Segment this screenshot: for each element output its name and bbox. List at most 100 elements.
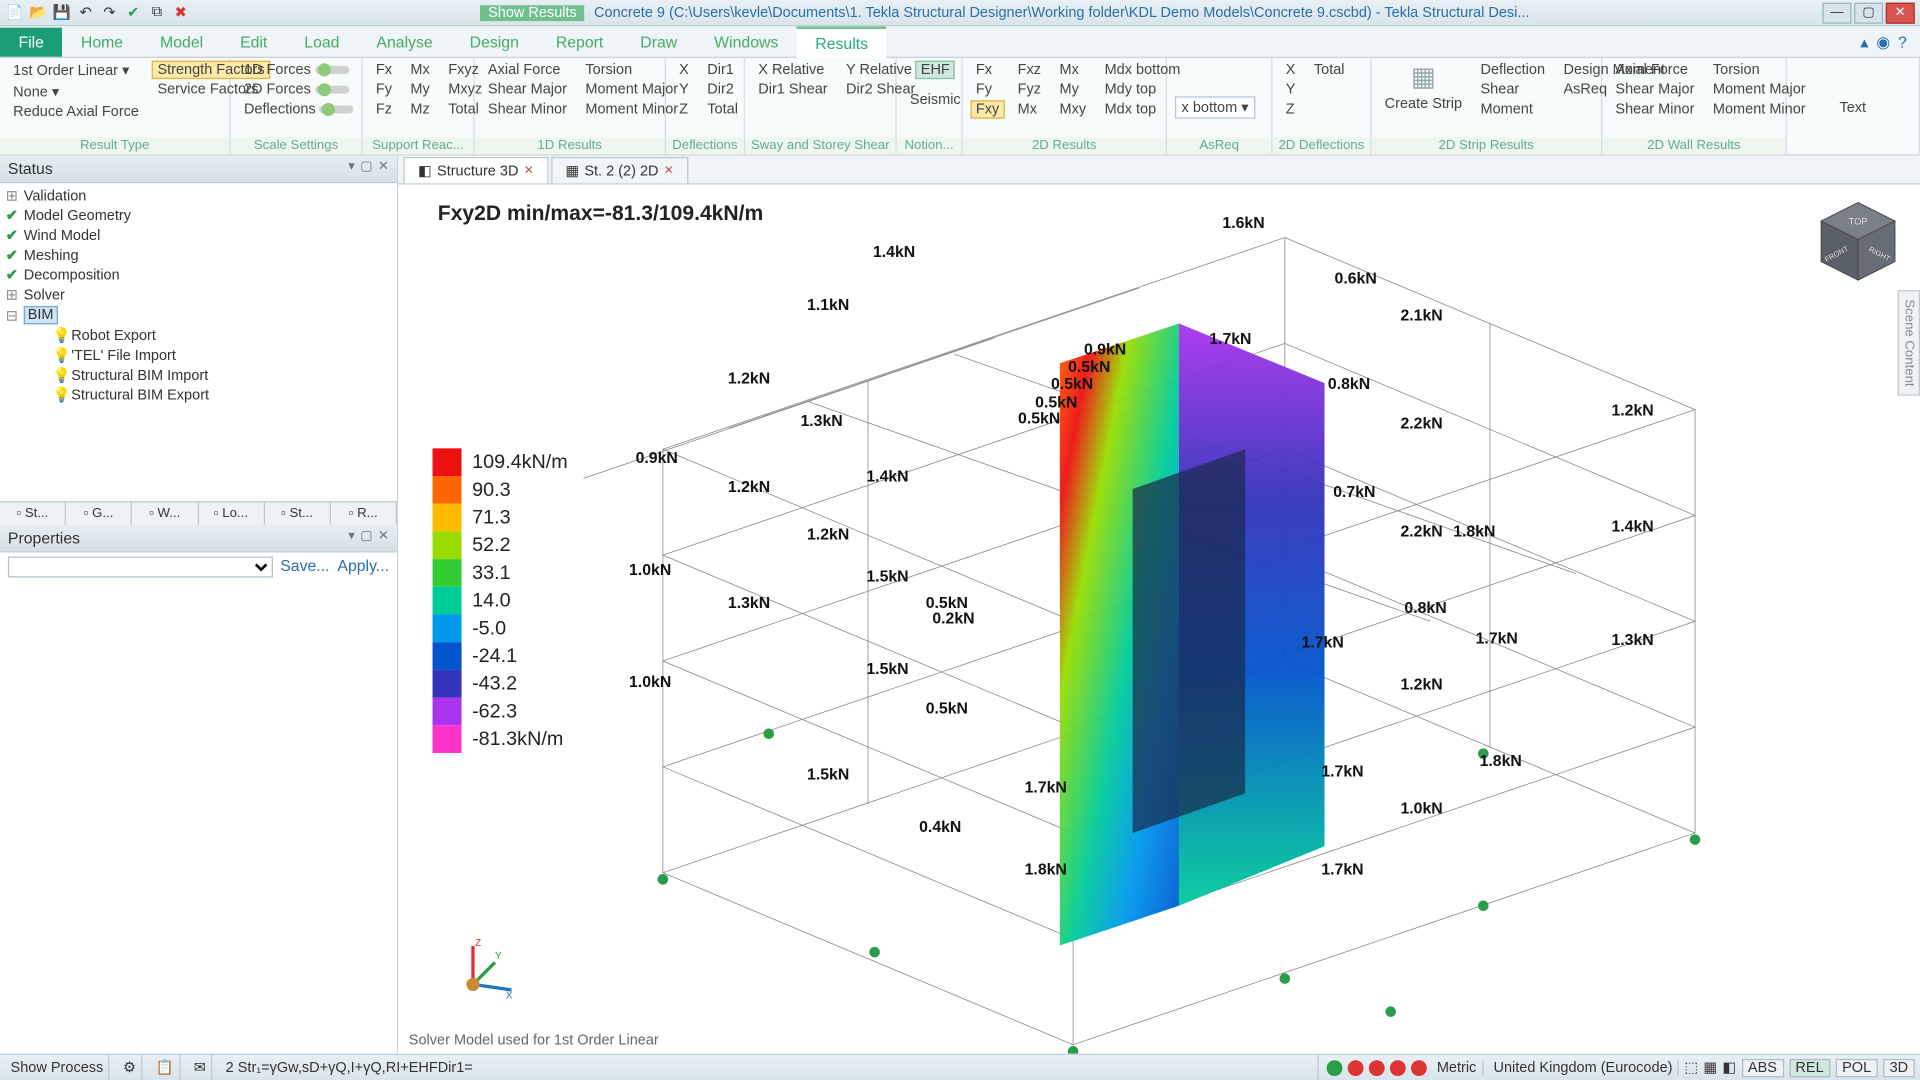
maximize-button[interactable]: ▢ bbox=[1854, 2, 1883, 23]
create-strip-icon[interactable]: ▦ bbox=[1411, 61, 1436, 94]
tab-windows[interactable]: Windows bbox=[696, 27, 797, 56]
close-button[interactable]: ✕ bbox=[1886, 2, 1915, 23]
asreq-select[interactable]: x bottom ▾ bbox=[1175, 96, 1255, 118]
tree-node[interactable]: 💡Robot Export bbox=[0, 326, 397, 346]
scale-defl[interactable]: Deflections bbox=[239, 100, 360, 118]
status-err-icon bbox=[1389, 1060, 1405, 1076]
prop-close-icon[interactable]: ✕ bbox=[378, 529, 389, 547]
tab-load[interactable]: Load bbox=[286, 27, 358, 56]
tree-node[interactable]: ✔Meshing bbox=[0, 245, 397, 265]
prop-pin-icon[interactable]: ▢ bbox=[360, 529, 372, 547]
tab-model[interactable]: Model bbox=[142, 27, 222, 56]
undo-icon[interactable]: ↶ bbox=[76, 3, 94, 21]
sb-tool-icon[interactable]: ▦ bbox=[1703, 1059, 1717, 1076]
window-title: Show Results Concrete 9 (C:\Users\kevle\… bbox=[190, 5, 1820, 21]
ribbon-2d-results: FxFyFxy FxzFyzMx MxMyMxy Mdx bottomMdy t… bbox=[963, 58, 1167, 154]
close-tab-icon[interactable]: ✕ bbox=[664, 164, 674, 179]
panel-tab[interactable]: ▫ W... bbox=[132, 502, 198, 524]
help-icon[interactable]: ? bbox=[1898, 32, 1907, 50]
new-icon[interactable]: 📄 bbox=[5, 3, 23, 21]
tab-design[interactable]: Design bbox=[451, 27, 537, 56]
status-tree[interactable]: ⊞Validation✔Model Geometry✔Wind Model✔Me… bbox=[0, 183, 397, 501]
file-path: Concrete 9 (C:\Users\kevle\Documents\1. … bbox=[594, 5, 1529, 21]
tab-edit[interactable]: Edit bbox=[222, 27, 286, 56]
tree-node[interactable]: ⊞Validation bbox=[0, 186, 397, 206]
status-panel-header: Status ▾▢✕ bbox=[0, 156, 397, 184]
panel-tab[interactable]: ▫ St... bbox=[0, 502, 66, 524]
properties-header: Properties ▾▢✕ bbox=[0, 525, 397, 553]
check-icon[interactable]: ✔ bbox=[124, 3, 142, 21]
close-tab-icon[interactable]: ✕ bbox=[524, 164, 534, 179]
canvas-3d[interactable]: Fxy2D min/max=-81.3/109.4kN/m bbox=[398, 185, 1920, 1054]
tree-node[interactable]: ⊟BIM bbox=[0, 305, 397, 326]
copy-icon[interactable]: ⧉ bbox=[148, 3, 166, 21]
show-results-badge[interactable]: Show Results bbox=[480, 5, 585, 21]
ribbon-sway: X RelativeDir1 Shear Y RelativeDir2 Shea… bbox=[745, 58, 897, 154]
tree-node[interactable]: 💡Structural BIM Import bbox=[0, 365, 397, 385]
tab-analyse[interactable]: Analyse bbox=[358, 27, 451, 56]
view-cube[interactable]: TOP FRONT RIGHT bbox=[1812, 195, 1904, 287]
save-button[interactable]: Save... bbox=[280, 556, 329, 577]
sb-icon3[interactable]: ✉ bbox=[188, 1055, 212, 1080]
sb-tool-icon[interactable]: ◧ bbox=[1722, 1059, 1736, 1076]
apply-button[interactable]: Apply... bbox=[337, 556, 389, 577]
view-tab-2d[interactable]: ▦St. 2 (2) 2D✕ bbox=[551, 157, 688, 183]
status-tabs[interactable]: ▫ St...▫ G...▫ W...▫ Lo...▫ St...▫ R... bbox=[0, 501, 397, 525]
loadcase-display[interactable]: 2 Str₁=γGw,sD+γQ,I+γQ,RI+EHFDir1= bbox=[220, 1055, 1318, 1080]
show-process[interactable]: Show Process bbox=[5, 1055, 110, 1080]
help-up-icon[interactable]: ▴ bbox=[1860, 32, 1868, 50]
mode-rel[interactable]: REL bbox=[1789, 1058, 1830, 1076]
svg-text:Y: Y bbox=[495, 951, 502, 962]
tab-home[interactable]: Home bbox=[62, 27, 141, 56]
delete-icon[interactable]: ✖ bbox=[171, 3, 189, 21]
prop-dropdown-icon[interactable]: ▾ bbox=[348, 529, 355, 547]
panel-pin-icon[interactable]: ▢ bbox=[360, 160, 372, 178]
view-tab-3d[interactable]: ◧Structure 3D✕ bbox=[404, 157, 549, 183]
fxy-active[interactable]: Fxy bbox=[971, 100, 1005, 118]
mode-3d[interactable]: 3D bbox=[1883, 1058, 1915, 1076]
scale-2d[interactable]: 2D Forces bbox=[239, 80, 360, 98]
tree-node[interactable]: ✔Wind Model bbox=[0, 225, 397, 245]
tab-file[interactable]: File bbox=[0, 27, 62, 56]
tree-node[interactable]: ✔Model Geometry bbox=[0, 206, 397, 226]
ehf-button[interactable]: EHF bbox=[916, 61, 956, 79]
tree-node[interactable]: 💡Structural BIM Export bbox=[0, 385, 397, 405]
mode-abs[interactable]: ABS bbox=[1741, 1058, 1783, 1076]
save-icon[interactable]: 💾 bbox=[53, 3, 71, 21]
order-select[interactable]: 1st Order Linear ▾ bbox=[8, 61, 144, 81]
grid-icon: ▦ bbox=[565, 162, 579, 179]
open-icon[interactable]: 📂 bbox=[29, 3, 47, 21]
scene-content-button[interactable]: Scene Content bbox=[1898, 290, 1920, 396]
tree-node[interactable]: ⊞Solver bbox=[0, 285, 397, 305]
mode-pol[interactable]: POL bbox=[1836, 1058, 1878, 1076]
units[interactable]: Metric bbox=[1432, 1060, 1483, 1076]
tree-node[interactable]: ✔Decomposition bbox=[0, 265, 397, 285]
panel-tab[interactable]: ▫ St... bbox=[265, 502, 331, 524]
reduce-axial[interactable]: Reduce Axial Force bbox=[8, 103, 144, 121]
panel-tab[interactable]: ▫ Lo... bbox=[198, 502, 264, 524]
properties-select[interactable] bbox=[8, 556, 272, 577]
scale-1d[interactable]: 1D Forces bbox=[239, 61, 360, 79]
panel-tab[interactable]: ▫ G... bbox=[66, 502, 132, 524]
region[interactable]: United Kingdom (Eurocode) bbox=[1488, 1060, 1679, 1076]
panel-dropdown-icon[interactable]: ▾ bbox=[348, 160, 355, 178]
ribbon-2d-wall: Axial ForceShear MajorShear Minor Torsio… bbox=[1602, 58, 1787, 154]
panel-tab[interactable]: ▫ R... bbox=[331, 502, 397, 524]
viewport: ◧Structure 3D✕ ▦St. 2 (2) 2D✕ Fxy2D min/… bbox=[398, 156, 1920, 1054]
menubar: File Home Model Edit Load Analyse Design… bbox=[0, 26, 1920, 58]
panel-close-icon[interactable]: ✕ bbox=[378, 160, 389, 178]
ribbon-deflections: XYZ Dir1Dir2Total Deflections bbox=[666, 58, 745, 154]
help-globe-icon[interactable]: ◉ bbox=[1876, 32, 1890, 50]
tab-results[interactable]: Results bbox=[797, 26, 887, 58]
tab-draw[interactable]: Draw bbox=[622, 27, 696, 56]
ribbon-2d-deflections: XYZ Total 2D Deflections bbox=[1273, 58, 1372, 154]
ribbon-text: Text bbox=[1787, 58, 1920, 154]
tab-report[interactable]: Report bbox=[537, 27, 621, 56]
sb-icon[interactable]: ⚙ bbox=[118, 1055, 143, 1080]
redo-icon[interactable]: ↷ bbox=[100, 3, 118, 21]
none-select[interactable]: None ▾ bbox=[8, 82, 144, 102]
minimize-button[interactable]: — bbox=[1822, 2, 1851, 23]
tree-node[interactable]: 💡'TEL' File Import bbox=[0, 345, 397, 365]
sb-icon2[interactable]: 📋 bbox=[151, 1055, 181, 1080]
sb-tool-icon[interactable]: ⬚ bbox=[1684, 1059, 1698, 1076]
